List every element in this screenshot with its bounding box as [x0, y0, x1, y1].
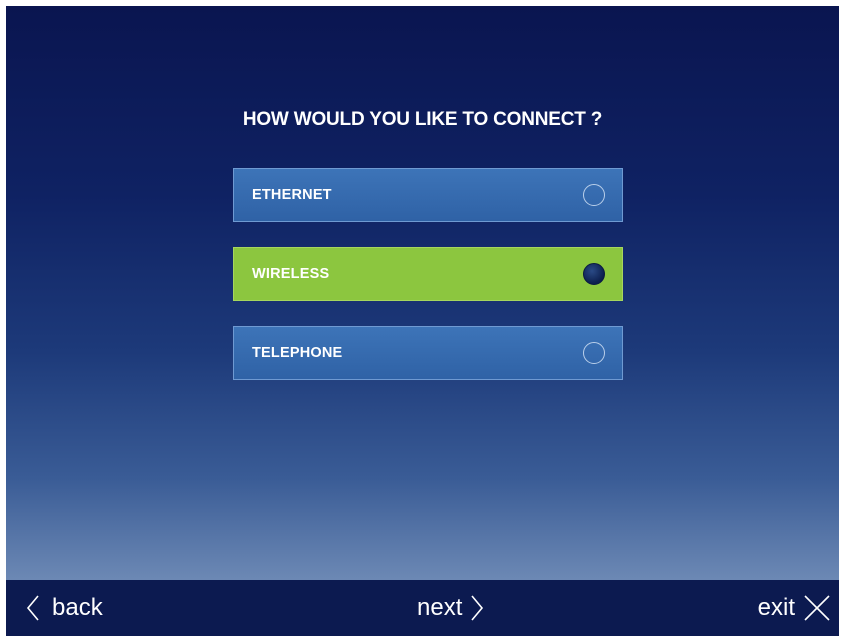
radio-selected-icon[interactable]	[583, 263, 605, 285]
page-title: HOW WOULD YOU LIKE TO CONNECT ?	[242, 109, 603, 130]
option-label: WIRELESS	[252, 266, 330, 282]
exit-button[interactable]: exit	[758, 580, 831, 636]
option-ethernet[interactable]: ETHERNET	[233, 168, 623, 222]
exit-label: exit	[757, 594, 795, 621]
radio-icon[interactable]	[583, 184, 605, 206]
footer-bar: back next exit	[6, 580, 839, 636]
chevron-left-icon	[26, 595, 39, 621]
radio-icon[interactable]	[583, 342, 605, 364]
next-button[interactable]: next	[417, 580, 484, 636]
option-wireless[interactable]: WIRELESS	[233, 247, 623, 301]
connection-screen: HOW WOULD YOU LIKE TO CONNECT ? ETHERNET…	[6, 6, 839, 636]
chevron-right-icon	[471, 595, 484, 621]
back-label: back	[52, 594, 103, 621]
close-icon	[804, 595, 830, 621]
option-label: ETHERNET	[252, 187, 332, 203]
back-button[interactable]: back	[26, 580, 103, 636]
next-label: next	[417, 594, 463, 621]
option-telephone[interactable]: TELEPHONE	[233, 326, 623, 380]
option-label: TELEPHONE	[252, 345, 343, 361]
